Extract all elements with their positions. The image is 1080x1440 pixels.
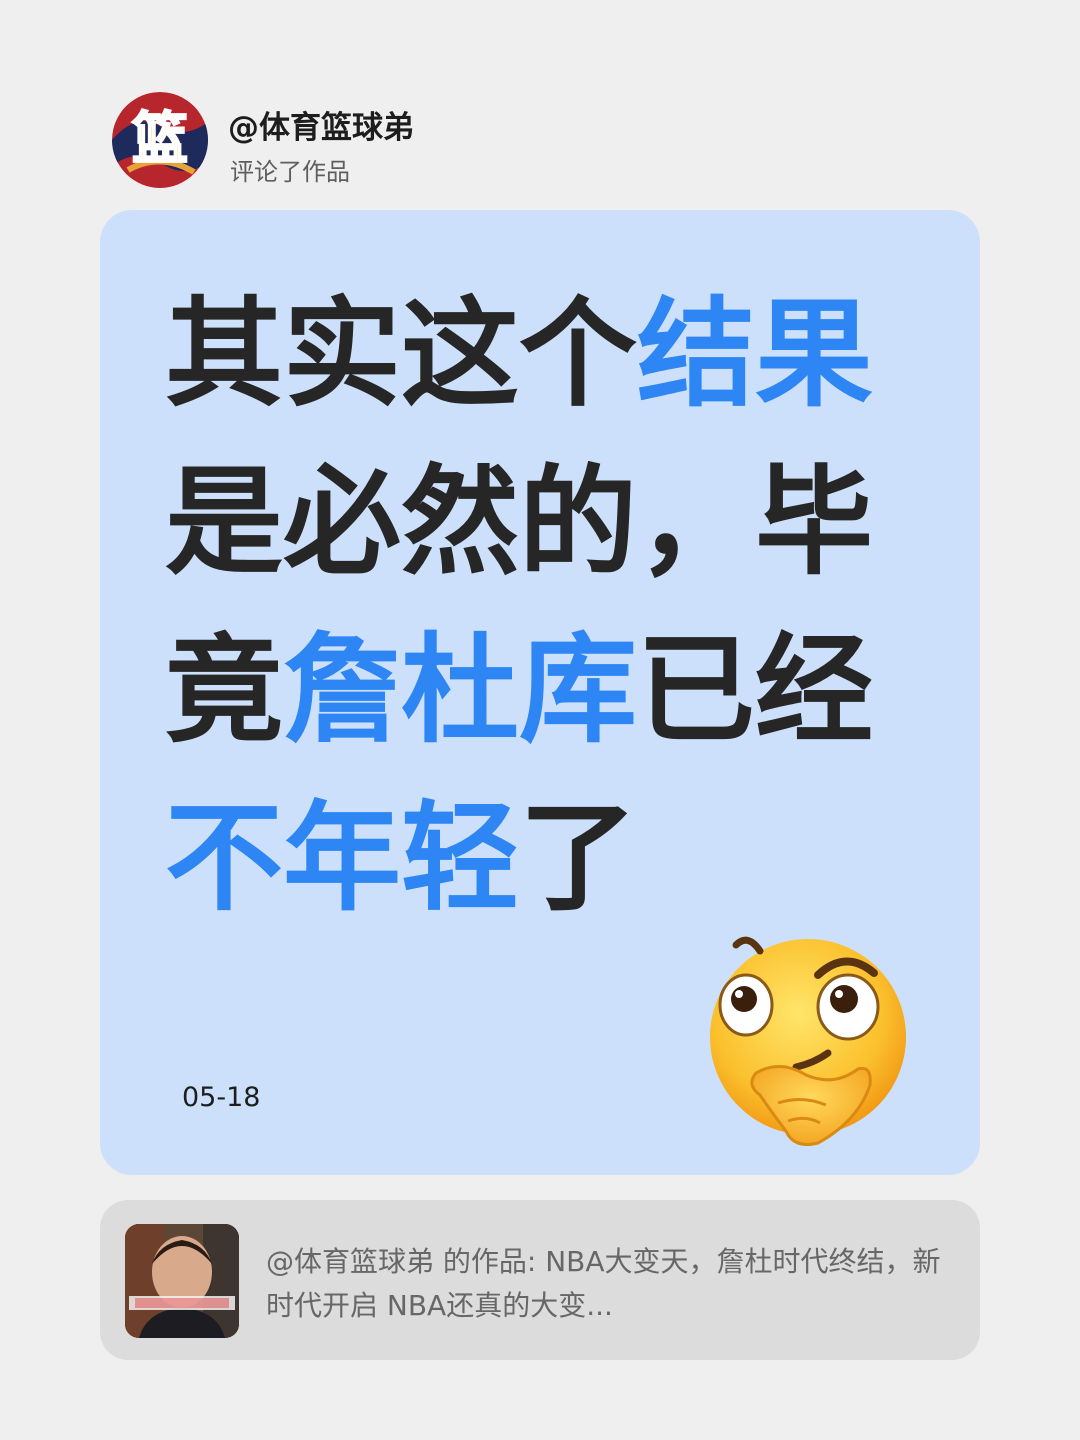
comment-date: 05-18 <box>182 1082 261 1113</box>
thinking-face-icon <box>696 935 916 1155</box>
comment-text: 其实这个结果是必然的，毕竟詹杜库已经不年轻了 <box>165 270 905 942</box>
comment-segment: 已经 <box>637 621 874 759</box>
avatar[interactable]: 篮 <box>112 92 208 188</box>
comment-card[interactable]: 其实这个结果是必然的，毕竟詹杜库已经不年轻了 05-18 <box>100 210 980 1175</box>
video-thumbnail-icon[interactable] <box>125 1224 239 1338</box>
comment-segment: 其实这个 <box>165 285 638 423</box>
basketball-logo-avatar-icon: 篮 <box>112 92 208 188</box>
user-name[interactable]: @体育篮球弟 <box>228 102 414 147</box>
post-header: 篮 @体育篮球弟 评论了作品 <box>112 92 712 188</box>
comment-highlight: 不年轻 <box>165 789 520 927</box>
referenced-work-card[interactable]: @体育篮球弟 的作品: NBA大变天，詹杜时代终结，新时代开启 NBA还真的大变… <box>100 1200 980 1360</box>
comment-segment: 了 <box>519 789 638 927</box>
avatar-glyph: 篮 <box>132 107 188 172</box>
action-text: 评论了作品 <box>230 158 350 186</box>
referenced-work-text[interactable]: @体育篮球弟 的作品: NBA大变天，詹杜时代终结，新时代开启 NBA还真的大变… <box>266 1240 946 1328</box>
comment-highlight: 詹杜库 <box>283 621 638 759</box>
comment-highlight: 结果 <box>637 285 874 423</box>
